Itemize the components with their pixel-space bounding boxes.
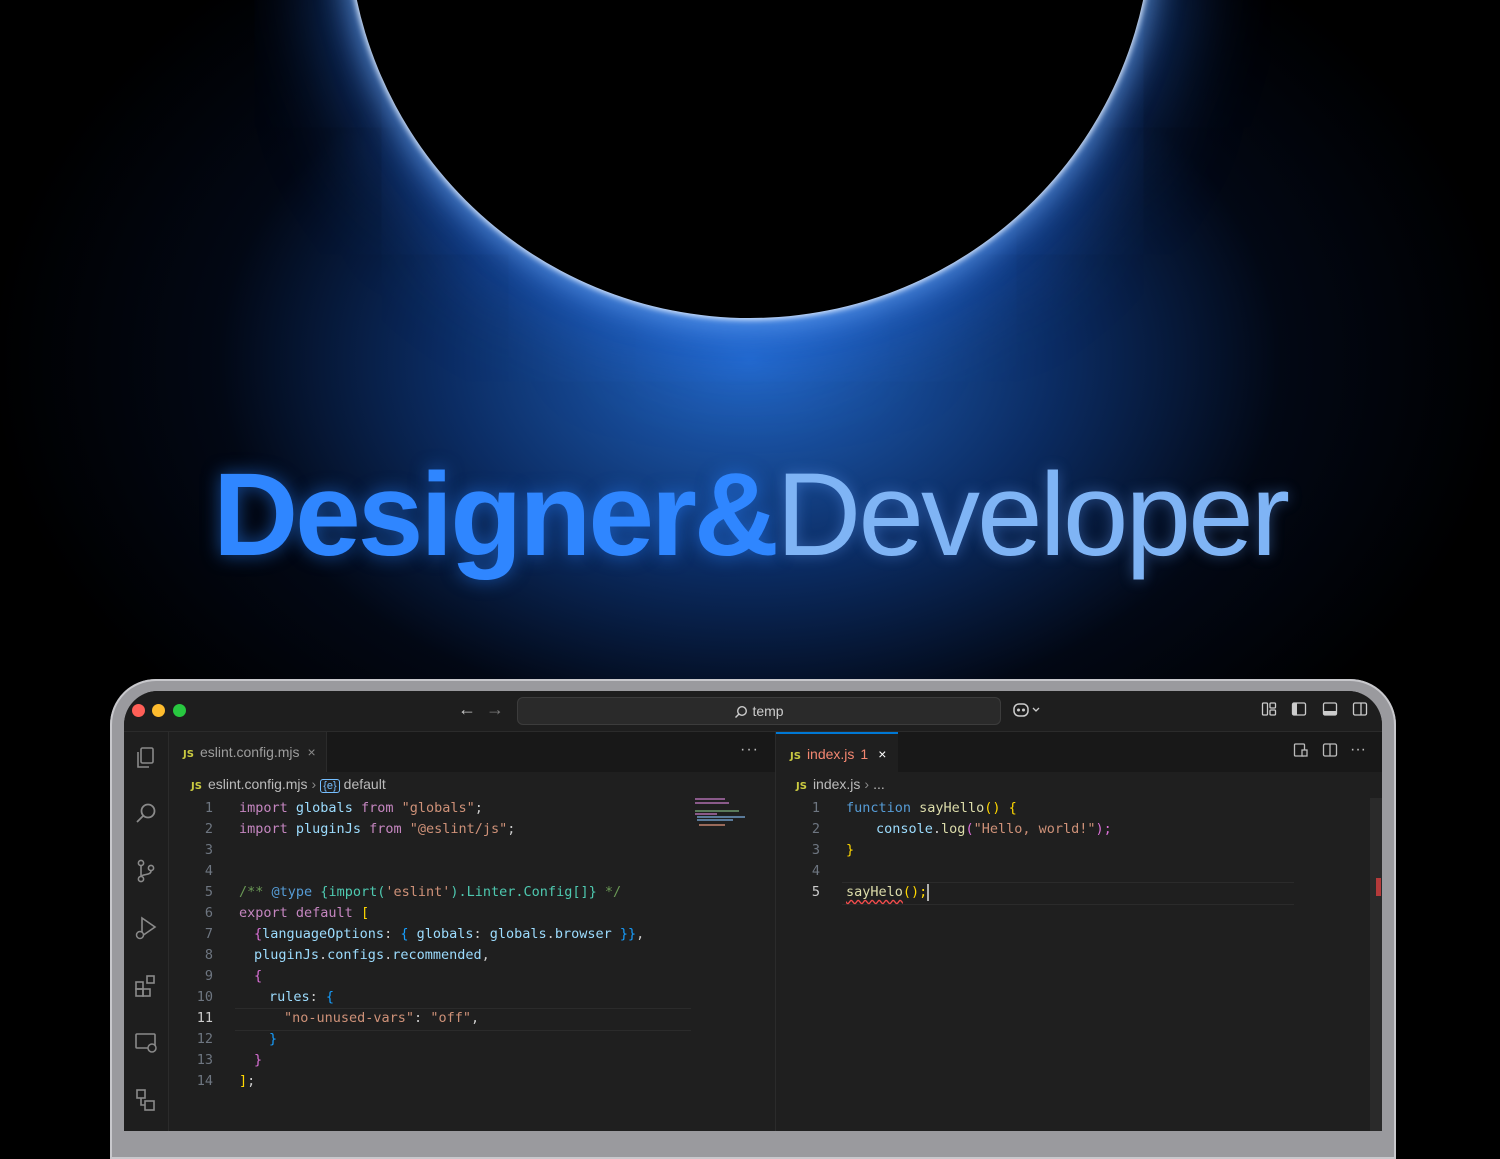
line-number: 9	[204, 968, 213, 984]
search-icon	[735, 706, 748, 719]
code-line: {languageOptions: { globals: globals.bro…	[254, 926, 645, 942]
tab-bar-right: JS index.js 1 × ···	[776, 732, 1382, 772]
tab-label: index.js	[806, 746, 855, 762]
minimap[interactable]	[695, 796, 755, 836]
breadcrumb-file[interactable]: eslint.config.mjs	[208, 776, 308, 792]
line-number: 10	[196, 989, 213, 1005]
code-line: import pluginJs from "@eslint/js";	[239, 821, 516, 837]
editor-group-right: JS index.js 1 × ··· JS index.js ›... 1 2 3 4 …	[776, 732, 1382, 1131]
maximize-window-button[interactable]	[173, 704, 186, 717]
code-line: ];	[239, 1073, 256, 1089]
activity-bar	[124, 732, 169, 1131]
headline: Designer&Developer	[0, 435, 1500, 595]
tab-eslint-config[interactable]: JS eslint.config.mjs ×	[169, 732, 327, 772]
problems-count-badge: 1	[860, 746, 869, 762]
layout-controls	[1251, 701, 1368, 722]
line-number: 7	[204, 926, 213, 942]
line-number-active: 11	[196, 1010, 213, 1026]
tab-label: eslint.config.mjs	[199, 744, 300, 760]
command-center-text: temp	[752, 703, 784, 719]
line-number: 4	[204, 863, 213, 879]
code-line: }	[846, 842, 855, 858]
more-actions-icon[interactable]: ···	[1350, 741, 1366, 758]
code-line: {	[254, 968, 263, 984]
code-line: sayHelo();	[846, 883, 930, 901]
toggle-primary-sidebar-icon[interactable]	[1291, 701, 1307, 722]
code-line: "no-unused-vars": "off",	[284, 1010, 480, 1026]
extensions-icon[interactable]	[132, 972, 160, 1000]
chevron-right-icon: ›	[311, 776, 317, 792]
source-control-icon[interactable]	[132, 857, 160, 885]
minimize-window-button[interactable]	[152, 704, 165, 717]
error-marker	[1376, 878, 1381, 896]
breadcrumb-rest[interactable]: ...	[873, 776, 885, 792]
code-line: }	[269, 1031, 278, 1047]
chevron-right-icon: ›	[864, 776, 870, 792]
search-icon[interactable]	[132, 800, 160, 828]
javascript-file-icon: JS	[790, 751, 801, 762]
line-number: 1	[811, 800, 820, 816]
testing-icon[interactable]	[132, 1086, 160, 1114]
line-number: 13	[196, 1052, 213, 1068]
line-number: 14	[196, 1073, 213, 1089]
code-line: export default [	[239, 905, 370, 921]
line-number: 2	[811, 821, 820, 837]
code-line: console.log("Hello, world!");	[876, 821, 1112, 837]
close-window-button[interactable]	[132, 704, 145, 717]
close-icon[interactable]: ×	[878, 746, 886, 762]
line-number: 5	[204, 884, 213, 900]
vscode-window: ← → temp JS eslint.config.mjs × ··· JS e…	[124, 691, 1382, 1131]
line-number: 3	[204, 842, 213, 858]
breadcrumb: JS eslint.config.mjs › {e} default	[191, 776, 386, 793]
breadcrumb: JS index.js ›...	[796, 776, 885, 792]
scrollbar[interactable]	[1370, 798, 1382, 1131]
tab-index-js[interactable]: JS index.js 1 ×	[776, 732, 899, 772]
arrow-right-icon[interactable]: →	[486, 699, 504, 720]
title-bar: ← → temp	[124, 691, 1382, 732]
split-editor-icon[interactable]	[1322, 743, 1338, 762]
line-number-active: 5	[811, 884, 820, 900]
open-changes-icon[interactable]	[1293, 743, 1309, 762]
run-debug-icon[interactable]	[132, 914, 160, 942]
close-icon[interactable]: ×	[308, 744, 316, 760]
line-number: 2	[204, 821, 213, 837]
symbol-variable-icon: {e}	[320, 779, 340, 793]
headline-designer: Designer&	[212, 449, 779, 581]
line-number: 12	[196, 1031, 213, 1047]
command-center-search[interactable]: temp	[517, 697, 1001, 725]
headline-developer: Developer	[776, 449, 1290, 581]
text-cursor	[927, 883, 930, 901]
breadcrumb-symbol[interactable]: default	[344, 776, 386, 792]
more-actions-icon[interactable]: ···	[740, 741, 759, 759]
code-line: /** @type {import('eslint').Linter.Confi…	[239, 884, 622, 900]
code-line: import globals from "globals";	[239, 800, 483, 816]
line-number: 6	[204, 905, 213, 921]
javascript-file-icon: JS	[183, 749, 194, 760]
line-number: 3	[811, 842, 820, 858]
customize-layout-icon[interactable]	[1261, 701, 1277, 722]
code-line: pluginJs.configs.recommended,	[254, 947, 490, 963]
javascript-file-icon: JS	[796, 781, 807, 792]
copilot-icon[interactable]	[1012, 701, 1042, 724]
toggle-secondary-sidebar-icon[interactable]	[1352, 701, 1368, 722]
line-number: 4	[811, 863, 820, 879]
line-number: 1	[204, 800, 213, 816]
code-line: function sayHello() {	[846, 800, 1017, 816]
toggle-panel-icon[interactable]	[1322, 701, 1338, 722]
javascript-file-icon: JS	[191, 781, 202, 792]
remote-explorer-icon[interactable]	[132, 1029, 160, 1057]
code-line: }	[254, 1052, 263, 1068]
breadcrumb-file[interactable]: index.js	[813, 776, 860, 792]
tab-bar-left: JS eslint.config.mjs × ···	[169, 732, 775, 772]
editor-actions: ···	[1293, 741, 1366, 763]
explorer-icon[interactable]	[132, 744, 160, 772]
code-line: rules: {	[269, 989, 335, 1005]
error-squiggle[interactable]: sayHelo	[846, 884, 903, 900]
editor-group-left: JS eslint.config.mjs × ··· JS eslint.config…	[169, 732, 775, 1131]
line-number: 8	[204, 947, 213, 963]
arrow-left-icon[interactable]: ←	[458, 699, 476, 720]
